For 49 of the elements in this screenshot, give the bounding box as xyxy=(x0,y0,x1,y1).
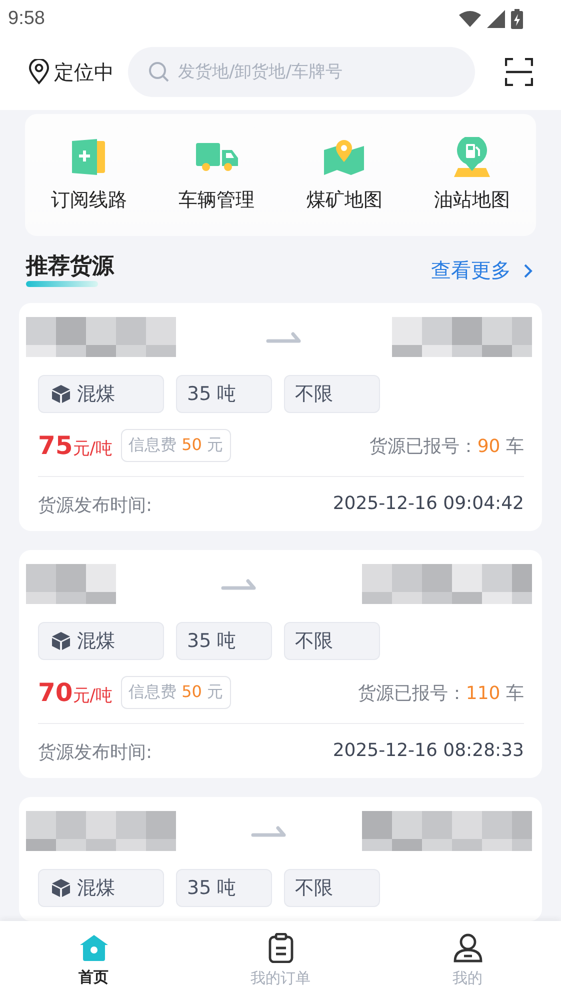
clipboard-icon xyxy=(268,932,294,962)
cube-icon xyxy=(51,878,71,898)
info-fee-badge: 信息费 50 元 xyxy=(120,676,232,709)
cargo-card[interactable]: 混煤 35 吨 不限 xyxy=(19,797,542,921)
home-icon xyxy=(78,934,108,962)
cube-icon xyxy=(51,631,71,651)
cargo-tag: 35 吨 xyxy=(176,869,272,907)
cargo-tag: 不限 xyxy=(284,869,380,907)
battery-icon xyxy=(511,9,523,29)
title-underline xyxy=(26,281,98,287)
publish-time-label: 货源发布时间: xyxy=(38,741,152,764)
publish-time-value: 2025-12-16 08:28:33 xyxy=(332,740,524,763)
add-document-icon[interactable] xyxy=(70,137,107,177)
location-label[interactable]: 定位中 xyxy=(54,58,114,86)
quick-menu-label[interactable]: 车辆管理 xyxy=(178,187,255,213)
cargo-card[interactable]: 混煤 35 吨 不限 75元/吨 信息费 50 元 货源已报号：90 车 货源发布时间: 2025-12-16 09:04:42 xyxy=(19,303,542,531)
search-field[interactable]: 发货地/卸货地/车牌号 xyxy=(128,47,475,97)
reported-count: 货源已报号：110 车 xyxy=(358,682,524,704)
cargo-tag: 混煤 xyxy=(38,375,164,413)
search-icon xyxy=(148,61,170,83)
quick-menu-label[interactable]: 煤矿地图 xyxy=(306,187,382,213)
tab-item[interactable]: 首页 xyxy=(0,921,187,999)
cargo-tag: 35 吨 xyxy=(176,375,272,413)
reported-count: 货源已报号：90 车 xyxy=(369,434,524,458)
publish-time-value: 2025-12-16 09:04:42 xyxy=(332,493,524,516)
section-title: 推荐货源 xyxy=(26,254,114,280)
person-icon xyxy=(452,932,482,962)
quick-menu-label[interactable]: 油站地图 xyxy=(434,187,510,213)
quick-menu-label[interactable]: 订阅线路 xyxy=(50,187,127,213)
cargo-card[interactable]: 混煤 35 吨 不限 70元/吨 信息费 50 元 货源已报号：110 车 货源发布时间: 2025-12-16 08:28:33 xyxy=(19,550,542,778)
wifi-icon xyxy=(459,11,481,27)
chevron-right-icon[interactable] xyxy=(523,262,533,278)
publish-time-label: 货源发布时间: xyxy=(38,494,152,517)
map-pin-icon[interactable] xyxy=(324,137,364,177)
location-pin-icon[interactable] xyxy=(28,59,50,85)
status-time: 9:58 xyxy=(8,8,45,30)
signal-icon xyxy=(487,10,505,28)
cube-icon xyxy=(51,384,71,404)
fuel-station-icon[interactable] xyxy=(453,137,492,177)
cargo-tag: 不限 xyxy=(284,622,380,660)
price-text: 70元/吨 xyxy=(38,678,113,707)
cargo-tag: 混煤 xyxy=(38,622,164,660)
info-fee-badge: 信息费 50 元 xyxy=(120,429,232,462)
cargo-tag: 不限 xyxy=(284,375,380,413)
cargo-tag: 混煤 xyxy=(38,869,164,907)
price-text: 75元/吨 xyxy=(38,431,113,460)
see-more-link[interactable]: 查看更多 xyxy=(431,257,511,284)
cargo-tag: 35 吨 xyxy=(176,622,272,660)
scan-icon[interactable] xyxy=(505,58,533,86)
